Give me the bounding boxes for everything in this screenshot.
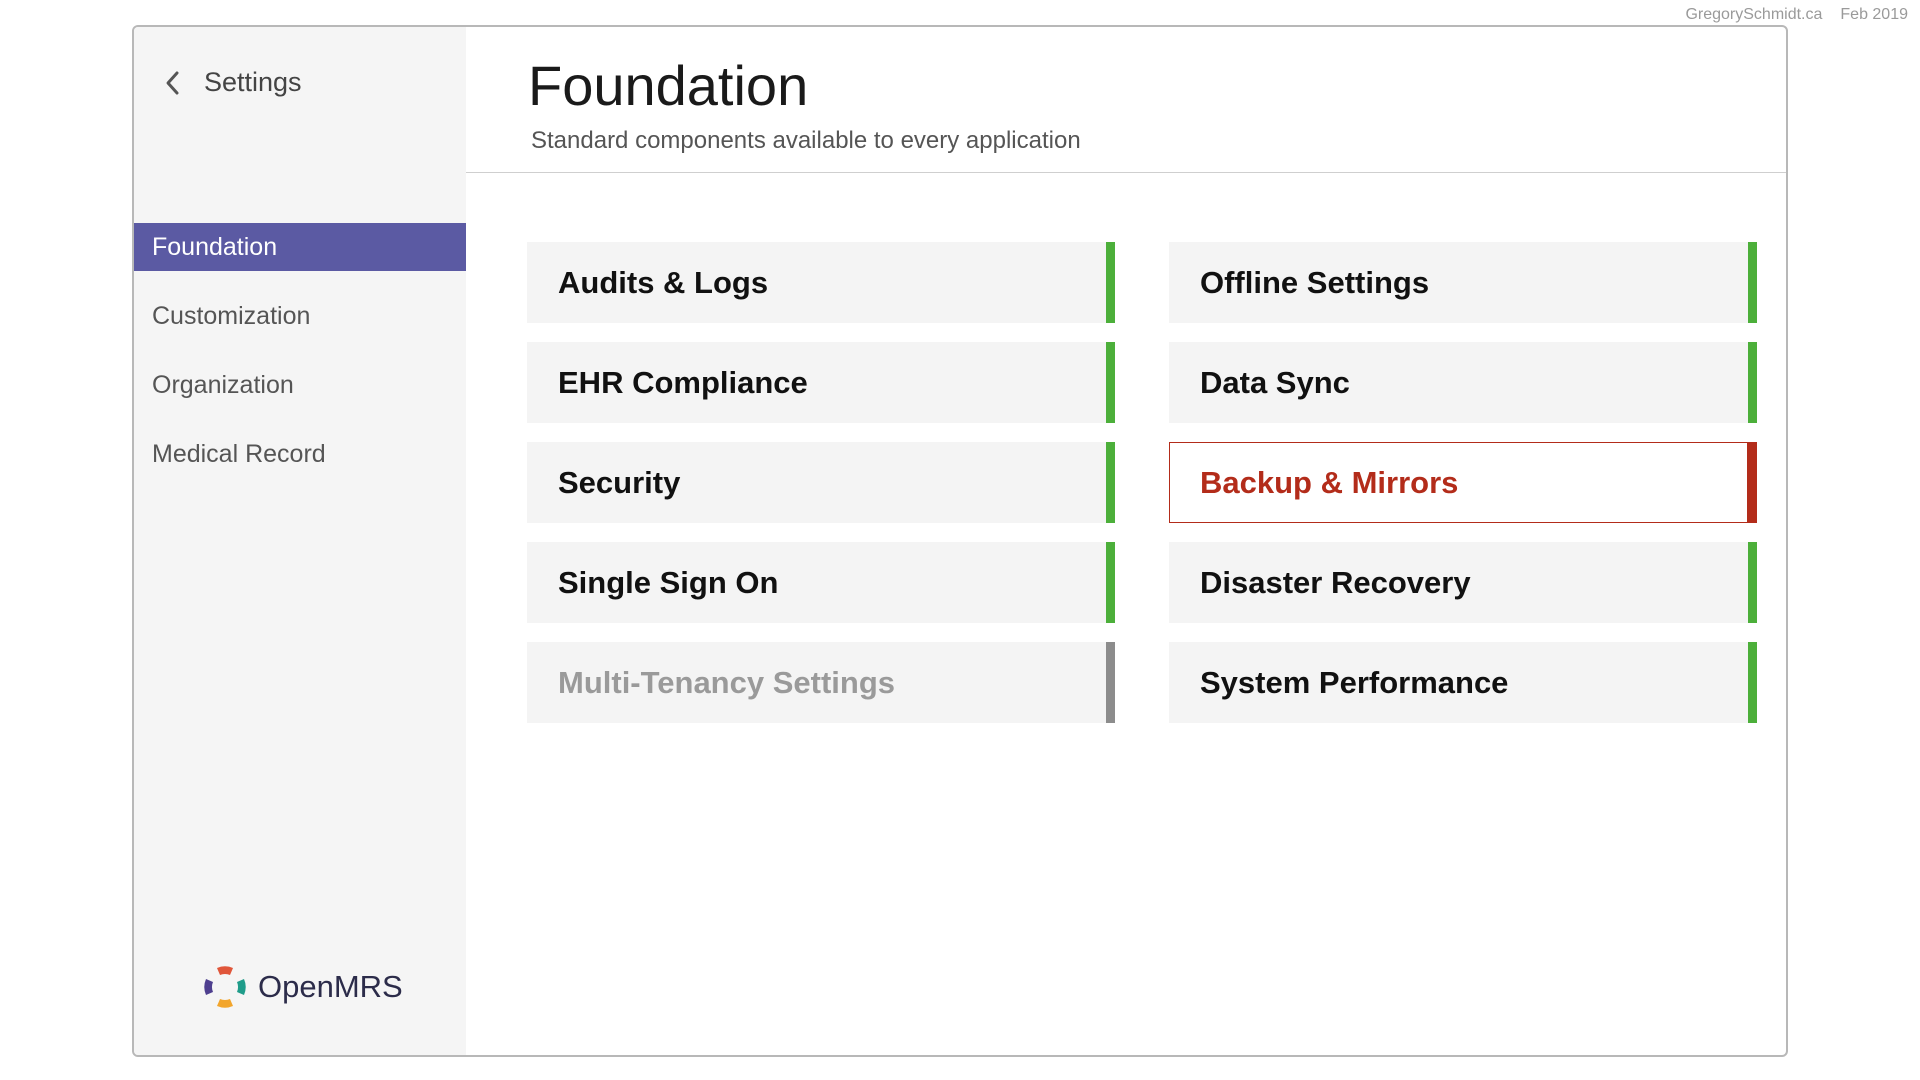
- card-data-sync[interactable]: Data Sync: [1169, 342, 1757, 423]
- card-disaster-recovery[interactable]: Disaster Recovery: [1169, 542, 1757, 623]
- page-title: Foundation: [528, 54, 809, 117]
- status-bar: [1747, 443, 1756, 522]
- logo-text: OpenMRS: [258, 969, 403, 1004]
- card-ehr-compliance[interactable]: EHR Compliance: [527, 342, 1115, 423]
- status-bar: [1748, 642, 1757, 723]
- back-button[interactable]: Settings: [158, 67, 302, 98]
- credit-date: Feb 2019: [1840, 6, 1908, 23]
- main-panel: Foundation Standard components available…: [466, 27, 1786, 1055]
- card-label: Single Sign On: [558, 564, 779, 600]
- page-subtitle: Standard components available to every a…: [531, 127, 1081, 154]
- card-single-sign-on[interactable]: Single Sign On: [527, 542, 1115, 623]
- card-label: Multi-Tenancy Settings: [558, 664, 896, 700]
- page-header: Foundation Standard components available…: [466, 27, 1786, 173]
- card-multi-tenancy-settings[interactable]: Multi-Tenancy Settings: [527, 642, 1115, 723]
- credit-site: GregorySchmidt.ca: [1685, 6, 1823, 23]
- status-bar: [1106, 242, 1115, 323]
- status-bar: [1748, 342, 1757, 423]
- card-label: Offline Settings: [1200, 264, 1430, 300]
- credits: GregorySchmidt.ca Feb 2019: [1685, 6, 1908, 24]
- sidebar: Settings Foundation Customization Organi…: [134, 27, 466, 1055]
- status-bar: [1748, 242, 1757, 323]
- status-bar: [1106, 442, 1115, 523]
- app-window: Settings Foundation Customization Organi…: [132, 25, 1788, 1057]
- sidebar-item-medical-record[interactable]: Medical Record: [134, 430, 466, 478]
- card-label: System Performance: [1200, 664, 1509, 700]
- sidebar-item-organization[interactable]: Organization: [134, 361, 466, 409]
- sidebar-item-foundation[interactable]: Foundation: [134, 223, 466, 271]
- card-label: Backup & Mirrors: [1200, 464, 1459, 500]
- sidebar-nav: Foundation Customization Organization Me…: [134, 223, 466, 499]
- settings-grid: Audits & Logs Offline Settings EHR Compl…: [527, 242, 1757, 723]
- sidebar-item-customization[interactable]: Customization: [134, 292, 466, 340]
- card-audits-logs[interactable]: Audits & Logs: [527, 242, 1115, 323]
- chevron-left-icon: [166, 71, 179, 94]
- card-label: Disaster Recovery: [1200, 564, 1471, 600]
- card-backup-mirrors[interactable]: Backup & Mirrors: [1169, 442, 1757, 523]
- card-offline-settings[interactable]: Offline Settings: [1169, 242, 1757, 323]
- status-bar: [1106, 642, 1115, 723]
- status-bar: [1106, 342, 1115, 423]
- back-label: Settings: [204, 67, 302, 97]
- openmrs-logo-icon: [204, 966, 246, 1008]
- card-system-performance[interactable]: System Performance: [1169, 642, 1757, 723]
- card-label: EHR Compliance: [558, 364, 808, 400]
- card-label: Security: [558, 464, 681, 500]
- card-label: Data Sync: [1200, 364, 1350, 400]
- card-label: Audits & Logs: [558, 264, 769, 300]
- status-bar: [1106, 542, 1115, 623]
- openmrs-logo: OpenMRS: [200, 962, 403, 1012]
- card-security[interactable]: Security: [527, 442, 1115, 523]
- status-bar: [1748, 542, 1757, 623]
